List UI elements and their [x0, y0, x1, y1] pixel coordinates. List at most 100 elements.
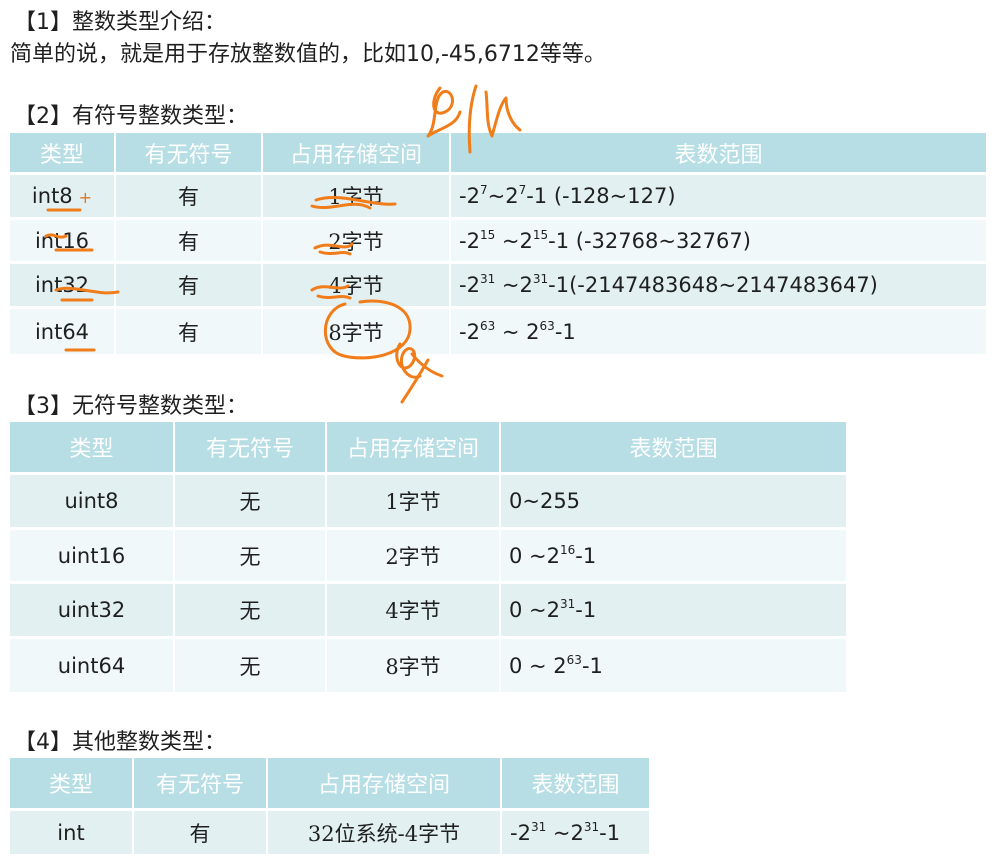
range-cell: 0 ~231-1 — [501, 584, 846, 639]
range-text: -2 — [459, 184, 480, 208]
type-cell: uint32 — [10, 584, 175, 639]
range-text: -1 — [599, 820, 621, 845]
range-exponent: 31 — [532, 272, 549, 286]
section1-heading: 【1】整数类型介绍： — [14, 10, 226, 35]
table-row: int16 有 2字节 -215 ~215-1 (-32768~32767) — [10, 220, 986, 264]
storage-cell: 8字节 — [263, 309, 451, 357]
signed-cell: 有 — [116, 175, 263, 220]
range-cell: -263 ~ 263-1 — [451, 309, 986, 357]
range-text: 0 ~2 — [509, 598, 560, 622]
range-exponent: 31 — [530, 819, 547, 834]
section1-body: 简单的说，就是用于存放整数值的，比如10,-45,6712等等。 — [10, 42, 606, 67]
type-label: int8 — [31, 184, 73, 208]
range-text: 0~255 — [509, 489, 581, 513]
range-exponent: 15 — [532, 227, 549, 242]
table-header-row: 类型 有无符号 占用存储空间 表数范围 — [10, 422, 846, 475]
range-text: -1 — [575, 598, 597, 622]
range-text: -1(-2147483648~2147483647) — [548, 273, 878, 297]
range-exponent: 15 — [479, 227, 496, 242]
range-text: -1 — [554, 319, 576, 344]
range-text: ~2 — [487, 184, 519, 208]
range-text: -1 (-128~127) — [526, 184, 676, 208]
range-text: -2 — [459, 319, 480, 344]
table-row: int 有 32位系统-4字节 -231 ~231-1 — [10, 811, 649, 857]
range-cell: 0 ~ 263-1 — [501, 639, 846, 695]
range-exponent: 7 — [479, 183, 488, 197]
annotation-scribble — [484, 90, 522, 138]
other-int-table: 类型 有无符号 占用存储空间 表数范围 int 有 32位系统-4字节 -231… — [10, 758, 649, 857]
signed-cell: 无 — [175, 639, 327, 695]
annotation-scribble — [426, 86, 462, 138]
table-header-row: 类型 有无符号 占用存储空间 表数范围 — [10, 133, 986, 175]
range-text: ~2 — [495, 273, 533, 297]
section4-heading: 【4】其他整数类型： — [14, 730, 226, 755]
column-header: 有无符号 — [116, 133, 263, 175]
column-header: 有无符号 — [134, 758, 268, 811]
range-text: -2 — [510, 820, 531, 845]
storage-cell: 32位系统-4字节 — [268, 811, 502, 857]
column-header: 占用存储空间 — [263, 133, 451, 175]
unsigned-int-table: 类型 有无符号 占用存储空间 表数范围 uint8 无 1字节 0~255 ui… — [10, 422, 846, 695]
range-text: -1 (-32768~32767) — [548, 228, 751, 253]
signed-cell: 无 — [175, 530, 327, 584]
table-row: uint32 无 4字节 0 ~231-1 — [10, 584, 846, 639]
range-text: -2 — [459, 273, 480, 297]
range-text: -1 — [581, 653, 603, 678]
range-exponent: 31 — [560, 597, 576, 611]
storage-cell: 1字节 — [327, 475, 501, 530]
signed-cell: 有 — [116, 264, 263, 309]
column-header: 有无符号 — [175, 422, 327, 475]
storage-cell: 2字节 — [263, 220, 451, 264]
type-cell: int8 + — [10, 175, 116, 220]
range-cell: 0~255 — [501, 475, 846, 530]
plus-mark: + — [78, 188, 93, 207]
column-header: 类型 — [10, 133, 116, 175]
range-exponent: 63 — [479, 318, 496, 333]
table-row: int64 有 8字节 -263 ~ 263-1 — [10, 309, 986, 357]
range-text: 0 ~ 2 — [509, 653, 567, 678]
type-cell: int16 — [10, 220, 116, 264]
table-row: int8 + 有 1字节 -27~27-1 (-128~127) — [10, 175, 986, 220]
column-header: 类型 — [10, 422, 175, 475]
range-exponent: 63 — [539, 318, 555, 333]
table-header-row: 类型 有无符号 占用存储空间 表数范围 — [10, 758, 649, 811]
type-cell: int64 — [10, 309, 116, 357]
signed-cell: 无 — [175, 475, 327, 530]
column-header: 表数范围 — [502, 758, 649, 811]
range-exponent: 31 — [583, 819, 600, 834]
annotation-scribble — [400, 352, 444, 404]
range-cell: -231 ~231-1(-2147483648~2147483647) — [451, 264, 986, 309]
type-cell: uint8 — [10, 475, 175, 530]
type-cell: int — [10, 811, 134, 857]
column-header: 占用存储空间 — [268, 758, 502, 811]
range-cell: -231 ~231-1 — [502, 811, 649, 857]
range-text: ~ 2 — [495, 319, 540, 344]
column-header: 表数范围 — [451, 133, 986, 175]
range-exponent: 31 — [479, 272, 496, 286]
document-page: 【1】整数类型介绍： 简单的说，就是用于存放整数值的，比如10,-45,6712… — [0, 0, 996, 857]
range-cell: -215 ~215-1 (-32768~32767) — [451, 220, 986, 264]
table-row: uint64 无 8字节 0 ~ 263-1 — [10, 639, 846, 695]
type-cell: uint16 — [10, 530, 175, 584]
section3-heading: 【3】无符号整数类型： — [14, 394, 248, 419]
table-row: int32 有 4字节 -231 ~231-1(-2147483648~2147… — [10, 264, 986, 309]
storage-cell: 1字节 — [263, 175, 451, 220]
range-cell: 0 ~216-1 — [501, 530, 846, 584]
column-header: 占用存储空间 — [327, 422, 501, 475]
range-exponent: 16 — [560, 542, 576, 557]
range-text: 0 ~2 — [509, 543, 560, 568]
signed-cell: 有 — [134, 811, 268, 857]
range-cell: -27~27-1 (-128~127) — [451, 175, 986, 220]
storage-cell: 4字节 — [263, 264, 451, 309]
section2-heading: 【2】有符号整数类型： — [14, 104, 248, 129]
type-cell: uint64 — [10, 639, 175, 695]
column-header: 表数范围 — [501, 422, 846, 475]
signed-cell: 有 — [116, 309, 263, 357]
storage-cell: 4字节 — [327, 584, 501, 639]
range-text: ~2 — [495, 228, 533, 253]
signed-int-table: 类型 有无符号 占用存储空间 表数范围 int8 + 有 1字节 -27~27-1… — [10, 133, 986, 357]
table-row: uint16 无 2字节 0 ~216-1 — [10, 530, 846, 584]
storage-cell: 2字节 — [327, 530, 501, 584]
range-text: ~2 — [546, 820, 584, 845]
table-row: uint8 无 1字节 0~255 — [10, 475, 846, 530]
